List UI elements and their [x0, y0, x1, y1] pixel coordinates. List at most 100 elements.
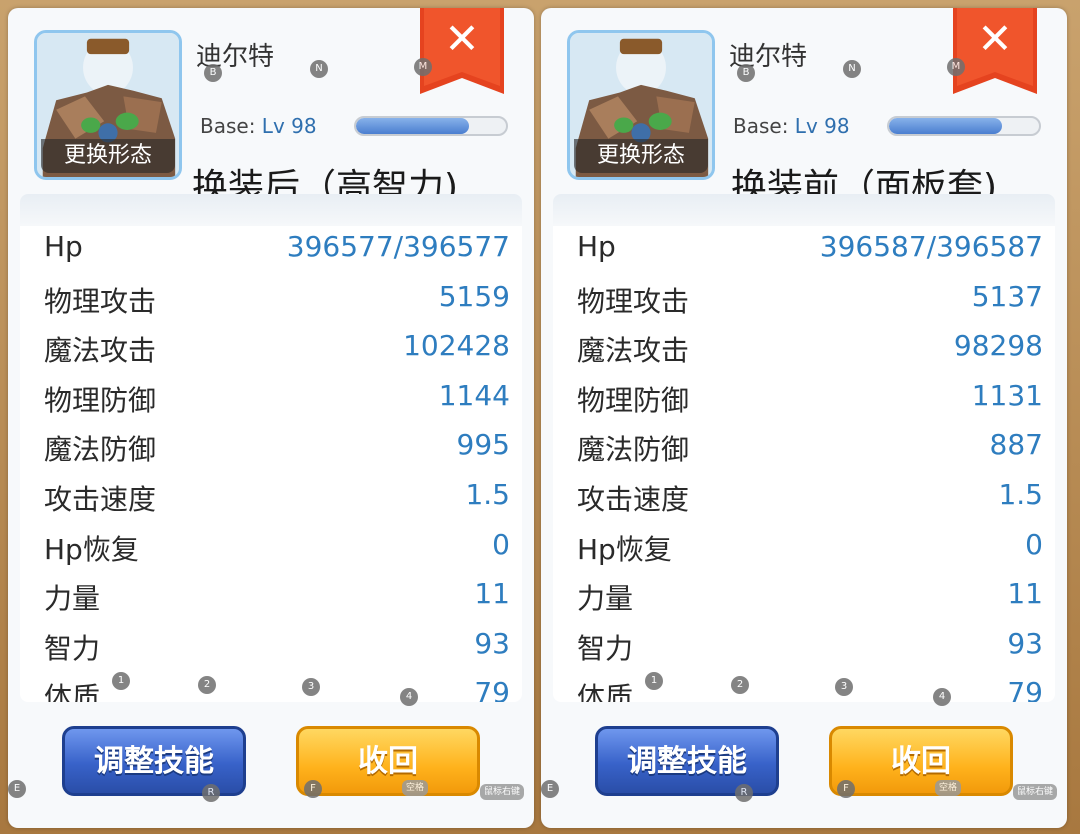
- stat-row: 攻击速度 1.5: [20, 474, 522, 520]
- stat-label: Hp: [577, 230, 616, 263]
- key-hint-mouse: 鼠标右键: [1013, 784, 1058, 800]
- return-button[interactable]: 收回: [829, 726, 1013, 796]
- stat-value: 0: [1025, 527, 1043, 561]
- stat-value: 79: [1007, 676, 1043, 702]
- stat-label: Hp: [44, 230, 83, 263]
- key-hint-b: B: [737, 64, 755, 82]
- stat-value: 887: [989, 428, 1043, 462]
- stat-label: 攻击速度: [577, 483, 690, 516]
- stat-row: 魔法攻击 98298: [553, 325, 1055, 371]
- stat-label: 体质: [44, 681, 101, 702]
- exp-bar-fill: [356, 118, 469, 134]
- base-level-prefix: Base:: [200, 114, 262, 138]
- stat-value: 1144: [438, 378, 510, 412]
- stat-value: 396577/396577: [286, 230, 510, 263]
- stat-label: 魔法防御: [44, 433, 157, 467]
- stat-label: 攻击速度: [44, 483, 157, 516]
- stat-value: 93: [1007, 626, 1043, 660]
- stat-label: 力量: [44, 582, 101, 616]
- close-x-icon: ✕: [444, 14, 480, 63]
- stat-row: 力量 11: [20, 573, 522, 619]
- stats-list[interactable]: Hp 396587/396587 物理攻击 5137 魔法攻击 98298 物理防御 1131…: [553, 194, 1055, 702]
- stat-row: 智力 93: [20, 623, 522, 669]
- base-level-value: Lv 98: [261, 114, 317, 138]
- key-hint-m: M: [947, 58, 965, 76]
- key-hint-m: M: [414, 58, 432, 76]
- base-level: Base: Lv 98: [200, 114, 317, 138]
- stat-row: 体质 79: [553, 672, 1055, 702]
- key-hint-3: 3: [835, 678, 853, 696]
- exp-bar: [354, 116, 508, 136]
- stat-row: Hp 396577/396577: [20, 226, 522, 272]
- key-hint-n: N: [843, 60, 861, 78]
- stat-value: 396587/396587: [819, 230, 1043, 263]
- stat-row: Hp恢复 0: [20, 524, 522, 570]
- stat-label: 物理攻击: [44, 284, 157, 318]
- key-hint-1: 1: [645, 672, 663, 690]
- character-portrait[interactable]: 更换形态: [34, 30, 182, 180]
- key-hint-2: 2: [198, 676, 216, 694]
- change-form-button[interactable]: 更换形态: [574, 139, 708, 173]
- stat-label: 魔法攻击: [44, 334, 157, 368]
- stat-label: 力量: [577, 582, 634, 616]
- stat-row: 攻击速度 1.5: [553, 474, 1055, 520]
- stat-row: 物理防御 1144: [20, 375, 522, 421]
- base-level-value: Lv 98: [794, 114, 850, 138]
- stat-row: Hp 396587/396587: [553, 226, 1055, 272]
- stat-value: 1131: [971, 378, 1043, 412]
- base-level: Base: Lv 98: [733, 114, 850, 138]
- stat-label: 物理攻击: [577, 284, 690, 318]
- key-hint-f: F: [304, 780, 322, 798]
- key-hint-4: 4: [933, 688, 951, 706]
- stat-value: 11: [474, 577, 510, 611]
- key-hint-1: 1: [112, 672, 130, 690]
- stat-value: 995: [456, 428, 510, 462]
- key-hint-n: N: [310, 60, 328, 78]
- key-hint-f: F: [837, 780, 855, 798]
- stat-value: 1.5: [465, 478, 510, 511]
- stat-value: 0: [492, 527, 510, 561]
- adjust-skills-button[interactable]: 调整技能: [62, 726, 246, 796]
- adjust-skills-button[interactable]: 调整技能: [595, 726, 779, 796]
- stat-label: 智力: [44, 631, 101, 665]
- exp-bar: [887, 116, 1041, 136]
- stat-label: Hp恢复: [577, 532, 672, 566]
- stat-row: 魔法攻击 102428: [20, 325, 522, 371]
- stat-row: 体质 79: [20, 672, 522, 702]
- stat-label: 智力: [577, 631, 634, 665]
- stat-value: 98298: [953, 329, 1043, 363]
- key-hint-3: 3: [302, 678, 320, 696]
- stats-list[interactable]: Hp 396577/396577 物理攻击 5159 魔法攻击 102428 物理防御 114…: [20, 194, 522, 702]
- stat-row: 力量 11: [553, 573, 1055, 619]
- key-hint-space: 空格: [402, 780, 429, 796]
- key-hint-r: R: [735, 784, 753, 802]
- stats-header: [20, 194, 522, 226]
- stat-value: 11: [1007, 577, 1043, 611]
- character-portrait[interactable]: 更换形态: [567, 30, 715, 180]
- key-hint-2: 2: [731, 676, 749, 694]
- stat-label: 魔法防御: [577, 433, 690, 467]
- character-info-panel-before: 更换形态 迪尔特 Base: Lv 98 ✕ 换装前（面板套) Hp 396587…: [541, 8, 1067, 828]
- key-hint-r: R: [202, 784, 220, 802]
- stat-label: 物理防御: [44, 383, 157, 417]
- close-button[interactable]: ✕: [420, 8, 504, 94]
- stat-label: 物理防御: [577, 383, 690, 417]
- change-form-button[interactable]: 更换形态: [41, 139, 175, 173]
- stat-value: 93: [474, 626, 510, 660]
- stat-row: 物理防御 1131: [553, 375, 1055, 421]
- return-button[interactable]: 收回: [296, 726, 480, 796]
- key-hint-e: E: [541, 780, 559, 798]
- stat-label: Hp恢复: [44, 532, 139, 566]
- stat-row: 魔法防御 887: [553, 424, 1055, 470]
- stat-row: Hp恢复 0: [553, 524, 1055, 570]
- stat-row: 魔法防御 995: [20, 424, 522, 470]
- close-x-icon: ✕: [977, 14, 1013, 63]
- stats-header: [553, 194, 1055, 226]
- stat-row: 物理攻击 5137: [553, 276, 1055, 322]
- stat-value: 102428: [403, 329, 510, 363]
- key-hint-mouse: 鼠标右键: [480, 784, 525, 800]
- close-button[interactable]: ✕: [953, 8, 1037, 94]
- base-level-prefix: Base:: [733, 114, 795, 138]
- stat-value: 5159: [438, 279, 510, 313]
- key-hint-b: B: [204, 64, 222, 82]
